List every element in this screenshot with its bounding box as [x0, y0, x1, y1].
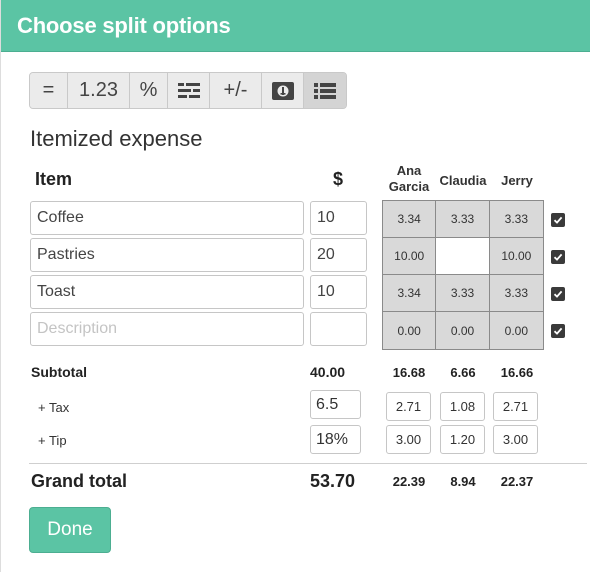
- tax-rate-input[interactable]: 6.5: [310, 390, 361, 419]
- grand-total-person-value: 22.37: [500, 474, 534, 489]
- new-item-amount-input[interactable]: [310, 312, 367, 346]
- split-adjustment-button[interactable]: +/-: [210, 73, 262, 108]
- row-checkbox[interactable]: [551, 324, 565, 338]
- grand-total-value: 53.70: [310, 471, 356, 491]
- checkmark-icon: [553, 327, 563, 335]
- grand-total-person-value: 22.39: [392, 474, 426, 489]
- tip-label: + Tip: [38, 433, 67, 448]
- split-itemized-button[interactable]: [304, 73, 346, 108]
- item-description-input[interactable]: Toast: [30, 275, 304, 309]
- subtotal-person-value: 16.68: [392, 365, 426, 380]
- amount-column-header: $: [333, 169, 344, 189]
- share-cell[interactable]: 3.34: [383, 201, 437, 238]
- tax-person-input[interactable]: 2.71: [386, 392, 431, 421]
- share-cell[interactable]: 3.33: [489, 201, 544, 238]
- receipt-icon: [271, 81, 294, 100]
- checkmark-icon: [553, 216, 563, 224]
- split-mode-toolbar: = 1.23 % +/-: [29, 72, 347, 109]
- share-row: 3.34 3.33 3.33: [383, 275, 544, 312]
- itemized-list-icon: [314, 82, 336, 99]
- split-exact-amounts-button[interactable]: 1.23: [68, 73, 130, 108]
- share-cell[interactable]: 10.00: [489, 238, 544, 275]
- item-column-header: Item: [35, 169, 73, 189]
- share-cell[interactable]: 0.00: [489, 312, 544, 349]
- dialog-header: Choose split options: [1, 0, 590, 52]
- dialog-title: Choose split options: [17, 13, 231, 38]
- tax-person-input[interactable]: 1.08: [440, 392, 485, 421]
- tip-person-input[interactable]: 3.00: [386, 425, 431, 454]
- split-equally-button[interactable]: =: [30, 73, 68, 108]
- new-item-description-input[interactable]: Description: [30, 312, 304, 346]
- subtotal-person-value: 16.66: [500, 365, 534, 380]
- share-cell[interactable]: 3.33: [436, 201, 490, 238]
- section-title: Itemized expense: [30, 126, 203, 151]
- split-percent-button[interactable]: %: [130, 73, 168, 108]
- share-row: 10.00 10.00: [383, 238, 544, 275]
- share-row: 0.00 0.00 0.00: [383, 312, 544, 349]
- grand-total-person-value: 8.94: [450, 474, 476, 489]
- checkmark-icon: [553, 253, 563, 261]
- tax-label: + Tax: [38, 400, 70, 415]
- item-amount-input[interactable]: 10: [310, 275, 367, 309]
- item-description-input[interactable]: Coffee: [30, 201, 304, 235]
- item-amount-input[interactable]: 10: [310, 201, 367, 235]
- checkmark-icon: [553, 290, 563, 298]
- person-header-jerry: Jerry: [501, 173, 533, 188]
- grand-total-label: Grand total: [31, 471, 128, 491]
- share-cell[interactable]: 3.33: [436, 275, 490, 312]
- split-reimbursement-button[interactable]: [262, 73, 304, 108]
- share-cell[interactable]: 3.34: [383, 275, 437, 312]
- share-cell[interactable]: 0.00: [436, 312, 490, 349]
- tip-rate-input[interactable]: 18%: [310, 425, 361, 454]
- row-checkbox[interactable]: [551, 213, 565, 227]
- shares-icon: [177, 82, 200, 98]
- totals-divider: [29, 463, 587, 464]
- subtotal-person-value: 6.66: [450, 365, 476, 380]
- share-cell-unassigned[interactable]: [436, 238, 490, 275]
- share-cell[interactable]: 3.33: [489, 275, 544, 312]
- row-checkbox[interactable]: [551, 287, 565, 301]
- share-cell[interactable]: 10.00: [383, 238, 437, 275]
- person-header-ana-garcia: Ana Garcia: [388, 163, 430, 194]
- share-cell[interactable]: 0.00: [383, 312, 437, 349]
- item-amount-input[interactable]: 20: [310, 238, 367, 272]
- equals-icon: =: [42, 79, 55, 101]
- person-header-claudia: Claudia: [439, 173, 487, 188]
- subtotal-label: Subtotal: [31, 364, 87, 380]
- item-description-input[interactable]: Pastries: [30, 238, 304, 272]
- tip-person-input[interactable]: 3.00: [493, 425, 538, 454]
- item-share-grid: 3.34 3.33 3.33 10.00 10.00 3.34 3.33 3.3…: [382, 200, 544, 350]
- subtotal-total: 40.00: [310, 364, 346, 380]
- row-checkbox[interactable]: [551, 250, 565, 264]
- done-button[interactable]: Done: [29, 507, 111, 553]
- split-shares-button[interactable]: [168, 73, 210, 108]
- tip-person-input[interactable]: 1.20: [440, 425, 485, 454]
- tax-person-input[interactable]: 2.71: [493, 392, 538, 421]
- split-options-dialog: Choose split options = 1.23 % +/- Itemiz…: [0, 0, 590, 572]
- share-row: 3.34 3.33 3.33: [383, 201, 544, 238]
